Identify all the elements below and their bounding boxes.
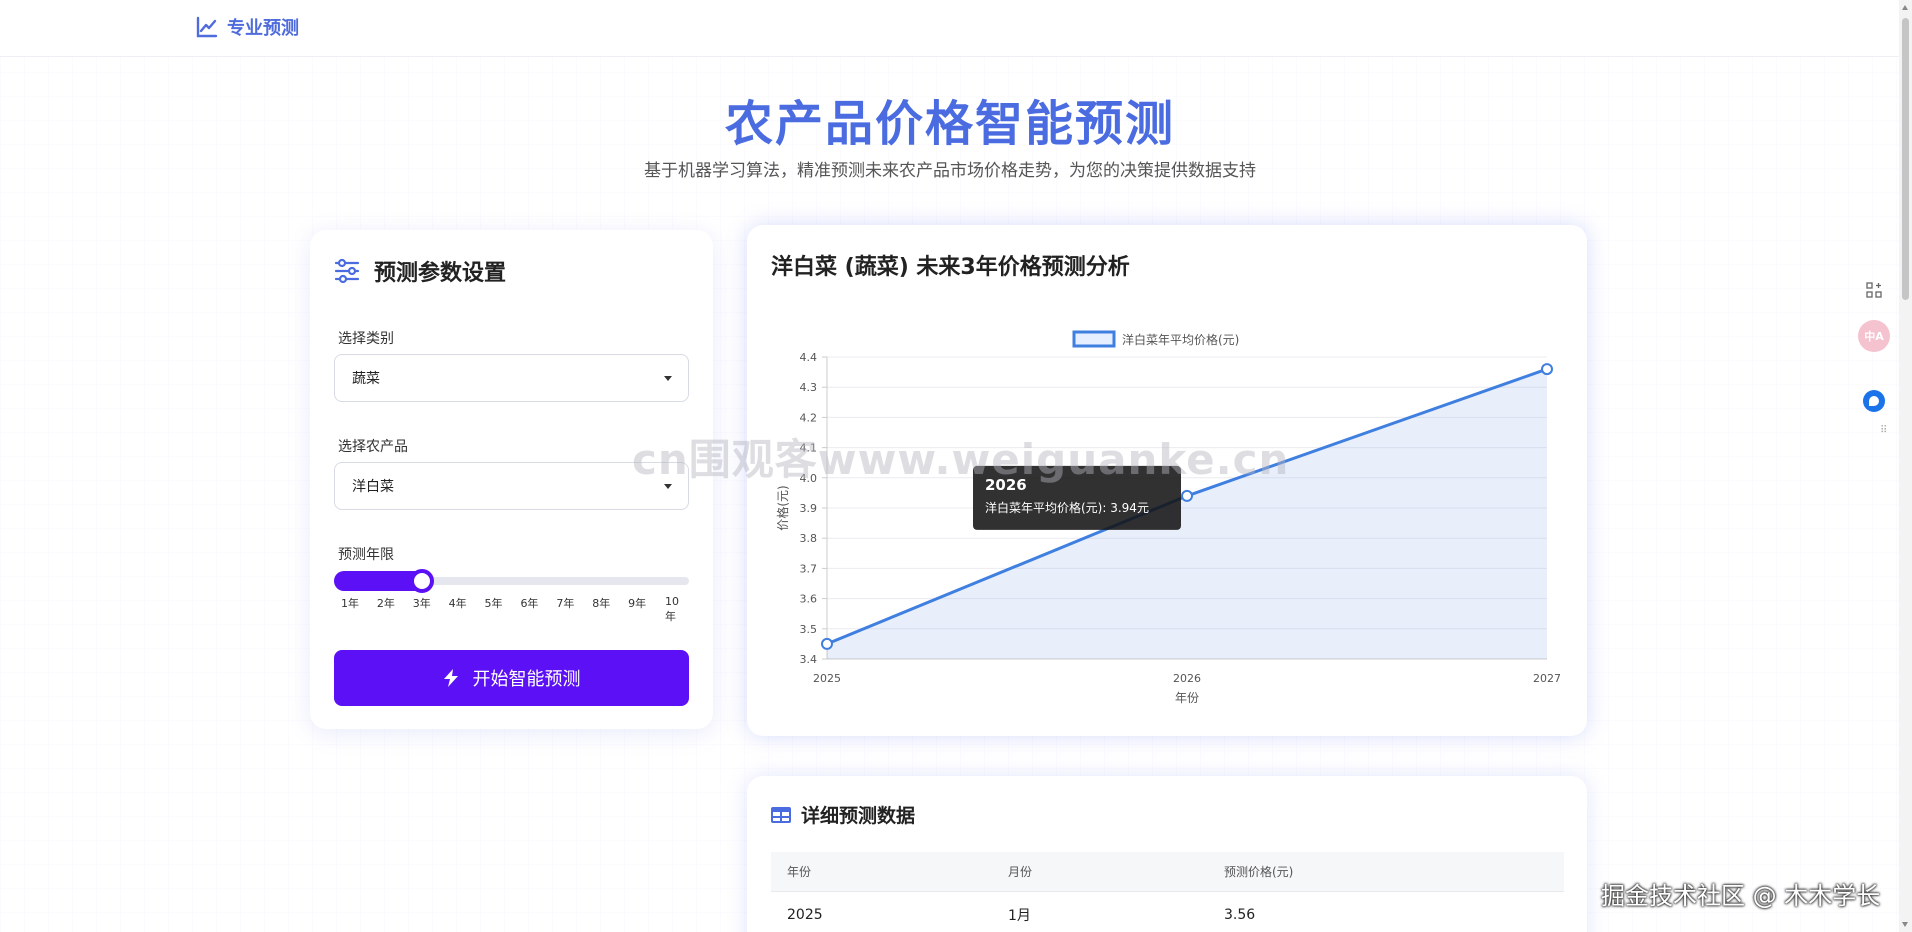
chevron-down-icon [664,376,672,381]
price-line-chart: 3.4 3.5 3.6 3.7 3.8 3.9 4.0 4.1 4.2 4.3 4.4 2025 202… [775,330,1561,705]
start-prediction-label: 开始智能预测 [472,669,581,690]
brand-link[interactable]: 专业预测 [195,14,299,40]
y-tick-label: 4.4 [800,351,818,364]
product-select[interactable]: 洋白菜 [334,462,689,510]
column-header: 预测价格(元) [1224,865,1294,879]
bolt-icon [443,669,458,687]
data-point [1541,363,1553,376]
apps-icon[interactable] [1858,274,1890,306]
chart-panel: 洋白菜 (蔬菜) 未来3年价格预测分析 3.4 3.5 3.6 3.7 3.8 3.9 4.… [747,225,1587,736]
product-label: 选择农产品 [338,439,408,455]
translate-icon[interactable]: 中A [1858,320,1890,352]
slider-tick-label: 1年 [341,597,359,610]
slider-tick-label: 3年 [412,597,431,610]
x-axis-label: 年份 [1175,691,1199,705]
slider-tick-label: 4年 [448,597,467,610]
series-area [827,369,1547,659]
years-slider-fill [334,571,422,591]
scroll-down-arrow-icon[interactable] [1902,922,1908,927]
y-tick-label: 4.2 [800,411,818,424]
scroll-up-arrow-icon[interactable] [1902,5,1908,10]
top-navbar: 专业预测 [0,0,1900,57]
cell-year: 2025 [787,907,823,923]
years-slider[interactable] [334,569,689,593]
page-title: 农产品价格智能预测 [724,96,1175,152]
y-axis-label: 价格(元) [775,485,790,530]
table-row: 2025 1月 3.56 [771,893,1564,932]
settings-title: 预测参数设置 [374,261,507,286]
category-label: 选择类别 [338,331,394,347]
slider-tick-label: 10年 [665,595,679,623]
y-tick-label: 3.4 [800,653,818,666]
years-label: 预测年限 [338,547,394,563]
table-icon [771,806,791,823]
credit-text: 掘金技术社区 @ 木木学长 [1601,882,1881,910]
start-prediction-button[interactable]: 开始智能预测 [334,650,689,706]
legend-swatch [1072,330,1116,348]
tooltip-title: 2026 [985,476,1027,494]
cell-month: 1月 [1008,908,1031,924]
data-point [1181,489,1193,502]
years-slider-ticks: 1年 2年 3年 4年 5年 6年 7年 8年 9年 10年 [334,595,689,623]
x-tick-label: 2025 [813,672,841,685]
y-tick-label: 4.3 [800,381,818,394]
chart-line-icon [196,16,218,38]
settings-panel: 预测参数设置 选择类别 蔬菜 选择农产品 洋白菜 预测年限 1年 2年 3年 4年 5年… [310,230,713,729]
table-header: 详细预测数据 [771,801,915,828]
tooltip-text: 洋白菜年平均价格(元): 3.94元 [985,500,1149,515]
y-tick-label: 3.8 [800,532,818,545]
y-tick-label: 3.7 [800,562,818,575]
years-slider-handle[interactable] [409,569,434,593]
y-tick-label: 4.0 [800,472,818,485]
slider-tick-label: 6年 [520,597,539,610]
category-select[interactable]: 蔬菜 [334,354,689,402]
table-title: 详细预测数据 [801,805,916,827]
drag-handle-icon[interactable]: ⠿ [1880,425,1888,436]
slider-tick-label: 2年 [376,597,395,610]
column-header: 月份 [1008,865,1033,879]
y-tick-label: 3.6 [800,593,818,606]
scrollbar-thumb[interactable] [1902,18,1909,300]
page-scrollbar[interactable] [1899,0,1912,932]
translate-badge: 中A [1864,330,1884,343]
chevron-down-icon [664,484,672,489]
brand-label: 专业预测 [227,18,299,39]
settings-header: 预测参数设置 [334,255,506,287]
slider-tick-label: 5年 [484,597,503,610]
y-tick-label: 4.1 [800,442,818,455]
cell-price: 3.56 [1224,907,1256,923]
legend-label: 洋白菜年平均价格(元) [1122,332,1239,347]
product-value: 洋白菜 [352,479,394,495]
column-header: 年份 [787,865,812,879]
data-point [821,637,833,650]
category-value: 蔬菜 [352,371,380,387]
page-subtitle: 基于机器学习算法，精准预测未来农产品市场价格走势，为您的决策提供数据支持 [644,161,1256,181]
slider-tick-label: 8年 [592,597,611,610]
chat-icon[interactable] [1858,385,1890,417]
sliders-icon [334,258,360,284]
table-head: 年份 月份 预测价格(元) [771,852,1564,892]
y-tick-label: 3.5 [800,623,818,636]
slider-tick-label: 7年 [556,597,575,610]
slider-tick-label: 9年 [628,597,647,610]
table-panel: 详细预测数据 年份 月份 预测价格(元) 2025 1月 3.56 [747,776,1587,932]
x-tick-label: 2027 [1533,672,1561,685]
x-tick-label: 2026 [1173,672,1201,685]
y-tick-label: 3.9 [800,502,818,515]
